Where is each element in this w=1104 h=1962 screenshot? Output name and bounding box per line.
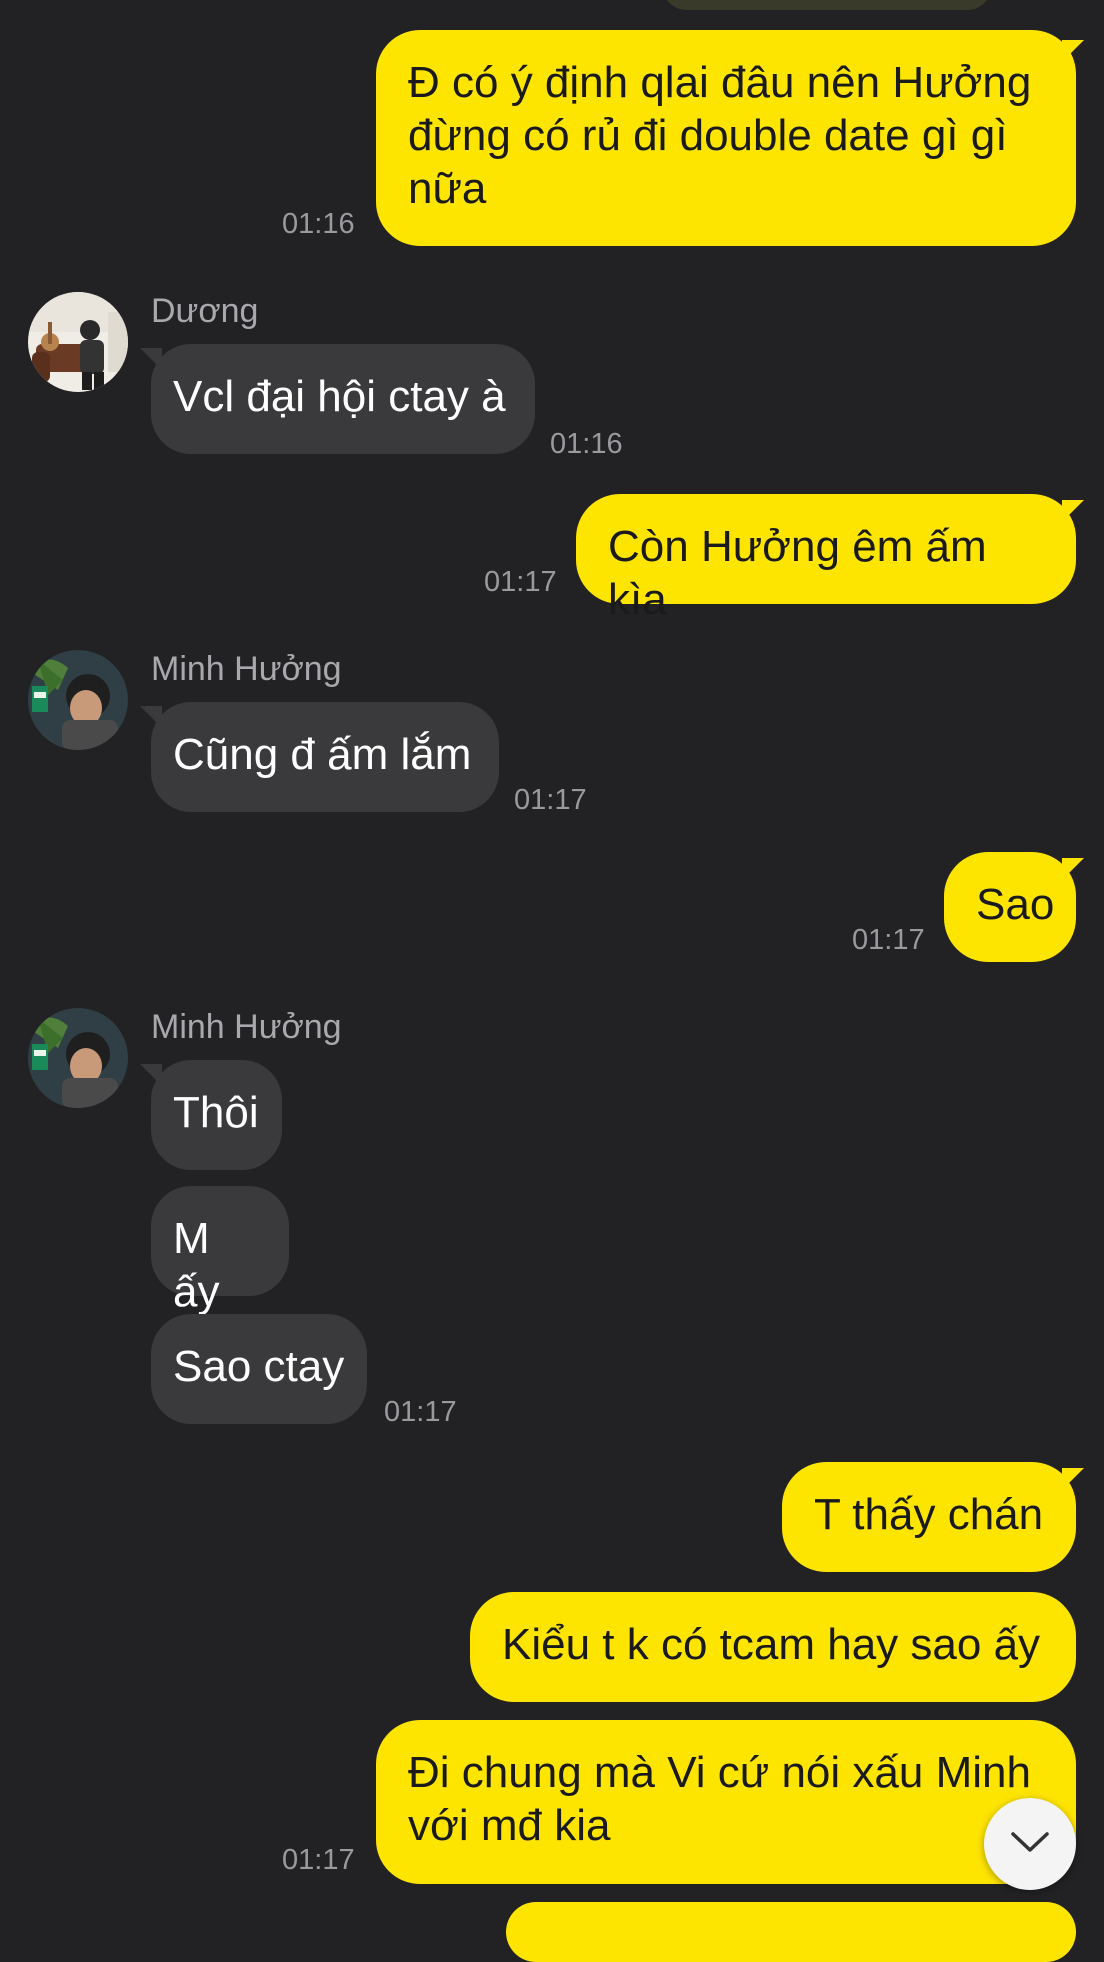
message-time: 01:16 [550, 428, 623, 460]
sender-name: Dương [151, 292, 259, 330]
message-time: 01:17 [384, 1396, 457, 1428]
message-time: 01:17 [852, 924, 925, 956]
bubble-tail [140, 1064, 162, 1086]
message-bubble-outgoing[interactable]: Đ có ý định qlai đâu nên Hưởng đừng có r… [376, 30, 1076, 246]
message-bubble-incoming[interactable]: M ấy [151, 1186, 289, 1316]
message-bubble-outgoing[interactable]: Sao [944, 852, 1076, 962]
bubble-tail [140, 348, 162, 370]
message-bubble-outgoing[interactable]: Kiểu t k có tcam hay sao ấy [470, 1592, 1076, 1702]
message-time: 01:16 [282, 208, 355, 240]
sender-name: Minh Hưởng [151, 1008, 342, 1046]
message-bubble-incoming[interactable]: Thôi [151, 1060, 282, 1170]
message-bubble-outgoing[interactable]: T thấy chán [782, 1462, 1076, 1572]
message-bubble-incoming[interactable]: Cũng đ ấm lắm [151, 702, 499, 812]
message-time: 01:17 [282, 1844, 355, 1876]
avatar[interactable] [28, 292, 128, 392]
bubble-tail [1062, 1468, 1084, 1490]
message-bubble-incoming[interactable]: Sao ctay [151, 1314, 367, 1424]
partial-bubble-top [662, 0, 992, 10]
bubble-tail [1062, 500, 1084, 522]
chevron-down-icon [1010, 1830, 1050, 1859]
avatar[interactable] [28, 650, 128, 750]
message-bubble-outgoing[interactable]: Còn Hưởng êm ấm kìa [576, 494, 1076, 624]
partial-bubble-bottom [506, 1902, 1076, 1962]
message-bubble-outgoing[interactable]: Đi chung mà Vi cứ nói xấu Minh với mđ ki… [376, 1720, 1076, 1884]
sender-name: Minh Hưởng [151, 650, 342, 688]
bubble-tail [140, 706, 162, 728]
bubble-tail [1062, 40, 1084, 62]
bubble-tail [1062, 858, 1084, 880]
message-time: 01:17 [484, 566, 557, 598]
scroll-to-bottom-button[interactable] [984, 1798, 1076, 1890]
message-time: 01:17 [514, 784, 587, 816]
avatar[interactable] [28, 1008, 128, 1108]
message-bubble-incoming[interactable]: Vcl đại hội ctay à [151, 344, 535, 454]
